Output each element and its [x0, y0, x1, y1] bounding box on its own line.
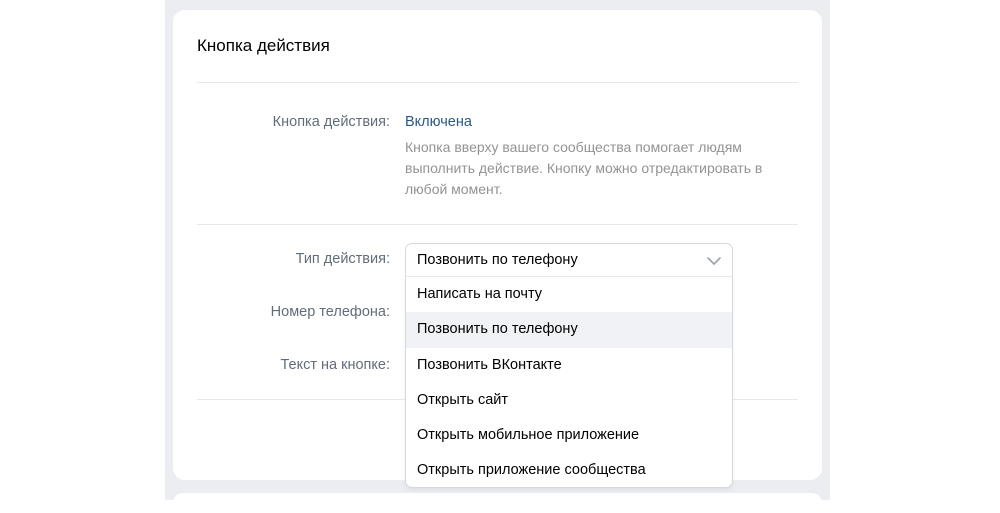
next-card-edge	[173, 493, 822, 513]
divider	[197, 82, 798, 83]
card-title: Кнопка действия	[197, 36, 330, 55]
option-call-phone[interactable]: Позвонить по телефону	[406, 312, 732, 348]
action-type-label: Тип действия:	[295, 251, 390, 267]
action-type-dropdown: Написать на почту Позвонить по телефону …	[405, 276, 733, 488]
action-button-status-label: Кнопка действия:	[272, 114, 390, 130]
action-type-select[interactable]: Позвонить по телефону	[405, 243, 733, 276]
divider	[197, 224, 798, 225]
action-button-description: Кнопка вверху вашего сообщества помогает…	[405, 139, 763, 197]
option-open-mobile-app[interactable]: Открыть мобильное приложение	[406, 418, 732, 453]
option-open-community-app[interactable]: Открыть приложение сообщества	[406, 453, 732, 487]
action-type-selected-value: Позвонить по телефону	[417, 252, 578, 268]
action-button-status-value[interactable]: Включена	[405, 114, 472, 130]
chevron-down-icon	[706, 254, 722, 266]
option-call-vk[interactable]: Позвонить ВКонтакте	[406, 348, 732, 383]
action-button-settings-card: Кнопка действия Кнопка действия: Включен…	[173, 10, 822, 488]
phone-number-label: Номер телефона:	[270, 304, 390, 320]
option-write-email[interactable]: Написать на почту	[406, 277, 732, 312]
option-open-site[interactable]: Открыть сайт	[406, 383, 732, 418]
button-text-label: Текст на кнопке:	[280, 357, 390, 373]
